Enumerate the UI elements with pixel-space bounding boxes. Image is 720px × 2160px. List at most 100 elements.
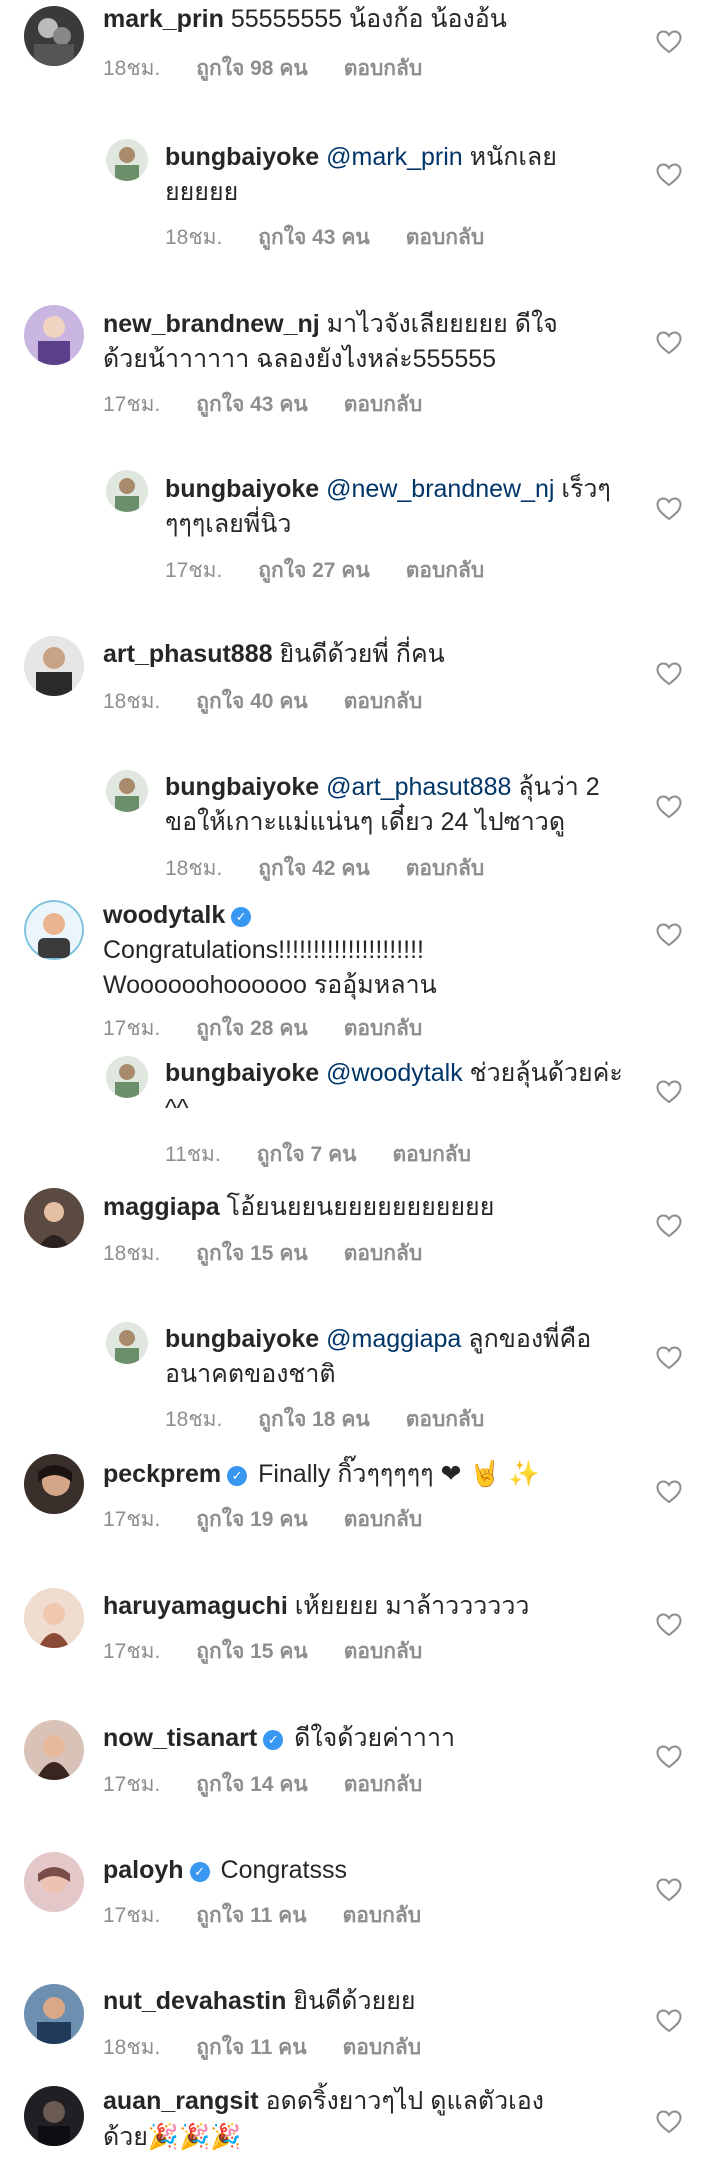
username[interactable]: auan_rangsit bbox=[103, 2087, 259, 2115]
username[interactable]: peckprem bbox=[103, 1460, 221, 1488]
mention-link[interactable]: @mark_prin bbox=[326, 143, 463, 171]
heart-icon[interactable] bbox=[656, 1214, 682, 1238]
like-count[interactable]: ถูกใจ 98 คน bbox=[196, 57, 307, 80]
like-count[interactable]: ถูกใจ 18 คน bbox=[258, 1408, 369, 1431]
reply-button[interactable]: ตอบกลับ bbox=[344, 1242, 423, 1265]
timestamp: 17ชม. bbox=[103, 1508, 161, 1531]
reply-button[interactable]: ตอบกลับ bbox=[392, 1143, 471, 1166]
comment-text: bungbaiyoke @art_phasut888 ลุ้นว่า 2 ขอใ… bbox=[165, 770, 630, 840]
like-count[interactable]: ถูกใจ 40 คน bbox=[196, 690, 307, 713]
username[interactable]: woodytalk bbox=[103, 901, 225, 929]
like-count[interactable]: ถูกใจ 14 คน bbox=[196, 1773, 307, 1796]
avatar[interactable] bbox=[24, 1720, 84, 1780]
verified-badge-icon: ✓ bbox=[227, 1466, 248, 1486]
reply-button[interactable]: ตอบกลับ bbox=[406, 1408, 485, 1431]
like-count[interactable]: ถูกใจ 7 คน bbox=[257, 1143, 357, 1166]
reply-button[interactable]: ตอบกลับ bbox=[344, 393, 423, 416]
reply-button[interactable]: ตอบกลับ bbox=[344, 1508, 423, 1531]
comment-text: bungbaiyoke @new_brandnew_nj เร็วๆๆๆๆเลย… bbox=[165, 472, 630, 542]
reply-button[interactable]: ตอบกลับ bbox=[406, 857, 485, 880]
mention-link[interactable]: @woodytalk bbox=[326, 1059, 463, 1087]
like-count[interactable]: ถูกใจ 15 คน bbox=[196, 1242, 307, 1265]
avatar[interactable] bbox=[24, 305, 84, 365]
comment-text: bungbaiyoke @mark_prin หนักเลยยยยยย bbox=[165, 140, 630, 210]
like-count[interactable]: ถูกใจ 43 คน bbox=[258, 226, 369, 249]
reply-button[interactable]: ตอบกลับ bbox=[344, 690, 423, 713]
avatar[interactable] bbox=[24, 1188, 84, 1248]
mention-link[interactable]: @maggiapa bbox=[326, 1325, 461, 1353]
heart-icon[interactable] bbox=[656, 2110, 682, 2134]
like-count[interactable]: ถูกใจ 28 คน bbox=[196, 1017, 307, 1040]
avatar[interactable] bbox=[106, 470, 148, 512]
like-count[interactable]: ถูกใจ 11 คน bbox=[196, 1904, 306, 1927]
timestamp: 18ชม. bbox=[103, 2036, 161, 2059]
avatar[interactable] bbox=[24, 900, 84, 960]
heart-icon[interactable] bbox=[656, 662, 682, 686]
heart-icon[interactable] bbox=[656, 30, 682, 54]
like-count[interactable]: ถูกใจ 19 คน bbox=[196, 1508, 307, 1531]
comment-text: auan_rangsit อดดริ้งยาวๆไป ดูแลตัวเองด้ว… bbox=[103, 2084, 573, 2155]
username[interactable]: paloyh bbox=[103, 1856, 184, 1884]
username[interactable]: nut_devahastin bbox=[103, 1987, 286, 2015]
reply-button[interactable]: ตอบกลับ bbox=[344, 1640, 423, 1663]
reply-button[interactable]: ตอบกลับ bbox=[406, 226, 485, 249]
avatar[interactable] bbox=[24, 1454, 84, 1514]
like-count[interactable]: ถูกใจ 11 คน bbox=[196, 2036, 306, 2059]
timestamp: 18ชม. bbox=[103, 1242, 161, 1265]
username[interactable]: bungbaiyoke bbox=[165, 1059, 319, 1087]
reply-button[interactable]: ตอบกลับ bbox=[343, 2036, 422, 2059]
avatar[interactable] bbox=[24, 2086, 84, 2146]
username[interactable]: now_tisanart bbox=[103, 1724, 257, 1752]
heart-icon[interactable] bbox=[656, 497, 682, 521]
avatar[interactable] bbox=[24, 6, 84, 66]
heart-icon[interactable] bbox=[656, 923, 682, 947]
heart-icon[interactable] bbox=[656, 1080, 682, 1104]
mention-link[interactable]: @new_brandnew_nj bbox=[326, 475, 554, 503]
avatar[interactable] bbox=[24, 1588, 84, 1648]
avatar[interactable] bbox=[24, 1984, 84, 2044]
like-count[interactable]: ถูกใจ 15 คน bbox=[196, 1640, 307, 1663]
username[interactable]: art_phasut888 bbox=[103, 640, 273, 668]
comment-meta: 18ชม. ถูกใจ 40 คน ตอบกลับ bbox=[103, 688, 458, 716]
timestamp: 11ชม. bbox=[165, 1143, 221, 1166]
username[interactable]: bungbaiyoke bbox=[165, 1325, 319, 1353]
reply-button[interactable]: ตอบกลับ bbox=[406, 559, 485, 582]
heart-icon[interactable] bbox=[656, 331, 682, 355]
comment-meta: 17ชม. ถูกใจ 27 คน ตอบกลับ bbox=[165, 557, 520, 585]
timestamp: 18ชม. bbox=[165, 226, 223, 249]
heart-icon[interactable] bbox=[656, 1878, 682, 1902]
username[interactable]: new_brandnew_nj bbox=[103, 310, 320, 338]
reply-button[interactable]: ตอบกลับ bbox=[344, 1017, 423, 1040]
comment-text: maggiapa โอ้ยนยยนยยยยยยยยยยย bbox=[103, 1190, 573, 1225]
username[interactable]: maggiapa bbox=[103, 1193, 220, 1221]
comment-text: paloyh ✓ Congratsss bbox=[103, 1853, 573, 1888]
avatar[interactable] bbox=[106, 1056, 148, 1098]
heart-icon[interactable] bbox=[656, 1346, 682, 1370]
avatar[interactable] bbox=[106, 1322, 148, 1364]
username[interactable]: bungbaiyoke bbox=[165, 143, 319, 171]
username[interactable]: bungbaiyoke bbox=[165, 773, 319, 801]
heart-icon[interactable] bbox=[656, 163, 682, 187]
reply-button[interactable]: ตอบกลับ bbox=[344, 57, 423, 80]
avatar[interactable] bbox=[106, 139, 148, 181]
like-count[interactable]: ถูกใจ 42 คน bbox=[258, 857, 369, 880]
heart-icon[interactable] bbox=[656, 1745, 682, 1769]
username[interactable]: mark_prin bbox=[103, 5, 224, 33]
username[interactable]: haruyamaguchi bbox=[103, 1592, 288, 1620]
heart-icon[interactable] bbox=[656, 1480, 682, 1504]
comment-body: ยินดีด้วยพี่ กี่คน bbox=[279, 640, 445, 668]
avatar[interactable] bbox=[24, 636, 84, 696]
like-count[interactable]: ถูกใจ 43 คน bbox=[196, 393, 307, 416]
mention-link[interactable]: @art_phasut888 bbox=[326, 773, 511, 801]
reply-button[interactable]: ตอบกลับ bbox=[344, 1773, 423, 1796]
heart-icon[interactable] bbox=[656, 2009, 682, 2033]
reply-button[interactable]: ตอบกลับ bbox=[343, 1904, 422, 1927]
comment-text: peckprem ✓ Finally กิ๊วๆๆๆๆๆ ❤ 🤘 ✨ bbox=[103, 1456, 573, 1492]
like-count[interactable]: ถูกใจ 27 คน bbox=[258, 559, 369, 582]
comment-meta: 18ชม. ถูกใจ 42 คน ตอบกลับ bbox=[165, 855, 520, 883]
username[interactable]: bungbaiyoke bbox=[165, 475, 319, 503]
heart-icon[interactable] bbox=[656, 795, 682, 819]
heart-icon[interactable] bbox=[656, 1613, 682, 1637]
avatar[interactable] bbox=[24, 1852, 84, 1912]
avatar[interactable] bbox=[106, 770, 148, 812]
